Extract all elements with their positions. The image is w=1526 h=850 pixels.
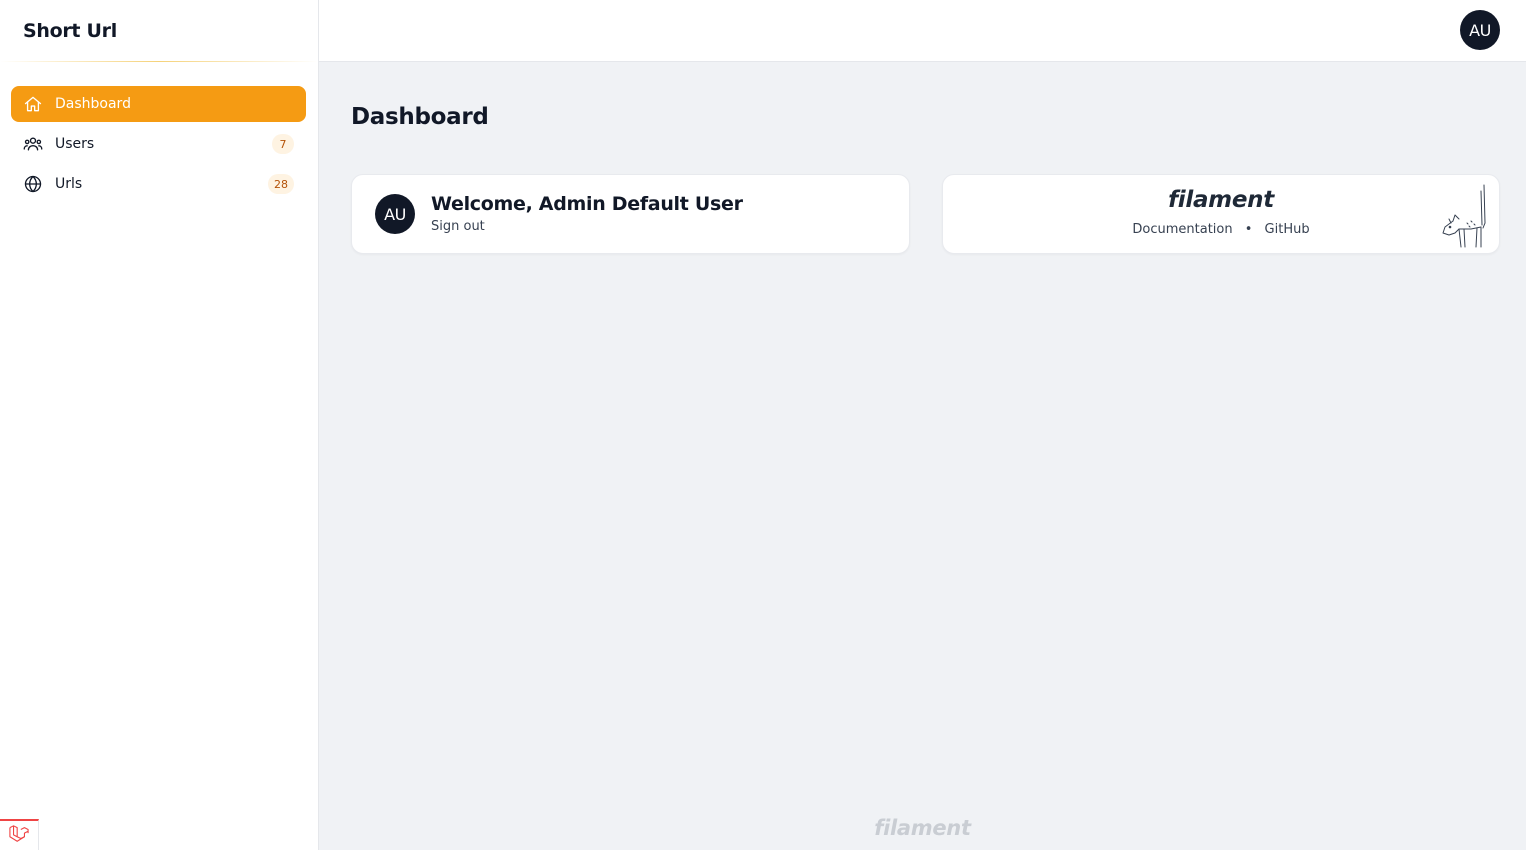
sidebar-item-dashboard[interactable]: Dashboard	[11, 86, 306, 122]
users-count-badge: 7	[272, 134, 294, 154]
filament-links: Documentation • GitHub	[943, 222, 1499, 237]
welcome-text: Welcome, Admin Default User Sign out	[431, 193, 743, 234]
sidebar: Short Url Dashboard Users 7 Urls 28	[0, 0, 319, 850]
filament-mascot-icon	[1441, 183, 1493, 253]
main-content: Dashboard AU Welcome, Admin Default User…	[319, 62, 1526, 850]
sign-out-button[interactable]: Sign out	[431, 219, 485, 234]
filament-info-widget: filament Documentation • GitHub	[942, 174, 1500, 254]
sidebar-nav: Dashboard Users 7 Urls 28	[0, 62, 318, 202]
account-widget: AU Welcome, Admin Default User Sign out	[351, 174, 910, 254]
sidebar-item-users[interactable]: Users 7	[11, 126, 306, 162]
github-link[interactable]: GitHub	[1265, 222, 1310, 237]
welcome-title: Welcome, Admin Default User	[431, 193, 743, 215]
home-icon	[23, 94, 43, 114]
brand-title[interactable]: Short Url	[23, 20, 117, 42]
avatar: AU	[375, 194, 415, 234]
globe-icon	[23, 174, 43, 194]
sidebar-item-urls[interactable]: Urls 28	[11, 166, 306, 202]
brand-bar: Short Url	[0, 0, 318, 62]
users-icon	[23, 134, 43, 154]
link-separator: •	[1244, 222, 1253, 237]
laravel-icon	[8, 824, 30, 848]
documentation-link[interactable]: Documentation	[1132, 222, 1232, 237]
urls-count-badge: 28	[268, 174, 294, 194]
laravel-debug-button[interactable]	[0, 819, 39, 850]
page-title: Dashboard	[351, 104, 489, 130]
filament-logo[interactable]: filament	[943, 187, 1499, 213]
footer-filament-logo[interactable]: filament	[319, 816, 1526, 840]
sidebar-item-label: Users	[55, 136, 95, 152]
user-menu-avatar[interactable]: AU	[1460, 10, 1500, 50]
sidebar-item-label: Urls	[55, 176, 83, 192]
sidebar-item-label: Dashboard	[55, 96, 131, 112]
topbar: AU	[319, 0, 1526, 62]
